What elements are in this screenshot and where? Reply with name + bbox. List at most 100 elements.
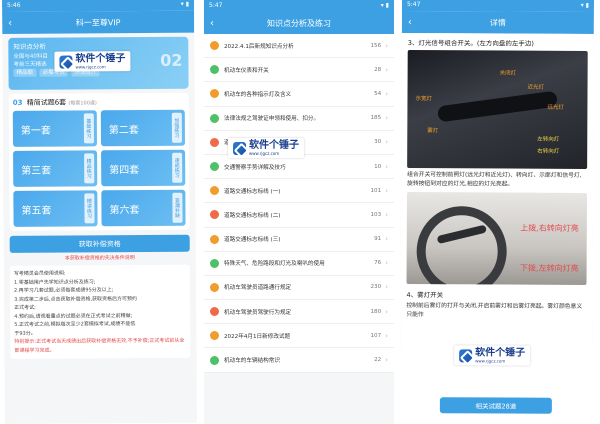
topic-label: 道路交通标志标线 (二) xyxy=(224,212,281,219)
sets-number: 03 xyxy=(12,98,23,107)
page-title: 知识点分析及练习 xyxy=(267,18,331,28)
card-side-label: 查漏补缺 xyxy=(172,192,183,223)
sub-heading: 4、雾灯开关 xyxy=(406,291,444,300)
topic-label: 机动车的各种指示灯及含义 xyxy=(224,91,292,98)
question-heading: 3、灯光信号组合开关。(左方向盘的左手边) xyxy=(407,39,535,48)
back-icon[interactable]: ‹ xyxy=(408,17,420,28)
back-icon[interactable]: ‹ xyxy=(8,17,20,28)
topic-dot-icon xyxy=(210,258,219,268)
topic-count: 103 xyxy=(370,211,382,218)
banner-tag: 精品题 xyxy=(13,68,37,77)
topic-count: 91 xyxy=(374,236,382,243)
status-icons: ▾ ▮ xyxy=(580,1,589,9)
topic-label: 2022.4.1后新规知识点分析 xyxy=(224,43,294,50)
chevron-right-icon: › xyxy=(385,283,388,292)
topic-count: 180 xyxy=(370,308,382,315)
topic-count: 28 xyxy=(374,66,382,73)
watermark-url: www.rjgcz.com xyxy=(75,64,106,70)
chevron-right-icon: › xyxy=(385,259,388,268)
sets-header: 03 精简试题6套 (每套100道) xyxy=(13,97,185,108)
list-item[interactable]: 机动车的各种指示灯及含义 54 › xyxy=(204,82,394,107)
list-item[interactable]: 道路交通标志标线 (三) 91 › xyxy=(204,228,394,252)
chevron-right-icon: › xyxy=(385,89,388,98)
topic-count: 76 xyxy=(374,260,382,267)
topic-count: 30 xyxy=(374,139,382,146)
topic-dot-icon xyxy=(210,331,219,341)
card-label: 第四套 xyxy=(109,164,140,176)
topic-count: 10 xyxy=(374,163,382,170)
exam-set-card[interactable]: 第一套 基础练习 xyxy=(12,110,98,147)
get-compensation-button[interactable]: 获取补偿资格 xyxy=(9,234,190,253)
topic-dot-icon xyxy=(210,282,219,292)
card-label: 第五套 xyxy=(21,205,52,217)
list-item[interactable]: 道路交通标志标线 (一) 101 › xyxy=(204,179,394,204)
knowledge-list-screen: 5:47 ▾ ▮ ‹ 知识点分析及练习 2022.4.1后新规知识点分析 156 ›… xyxy=(204,0,394,424)
list-item[interactable]: 交通警察手势详解及技巧 10 › xyxy=(204,155,394,180)
topic-dot-icon xyxy=(210,355,219,365)
usage-rules: 写考精灵会员使用说明: 1.零基础用户先学知识点分析及练习; 2.再学习几套试题… xyxy=(9,264,191,359)
topic-count: 156 xyxy=(370,42,382,49)
watermark: 软件个锤子 www.rjgcz.com xyxy=(228,138,304,158)
topic-label: 道路交通标志标线 (一) xyxy=(224,188,281,195)
card-label: 第一套 xyxy=(20,125,51,137)
chevron-right-icon: › xyxy=(385,162,388,171)
topic-dot-icon xyxy=(210,234,219,244)
watermark-logo-icon xyxy=(59,55,73,69)
photo-label: 远光灯 xyxy=(547,104,564,111)
list-item[interactable]: 2022.4.1后新规知识点分析 156 › xyxy=(204,34,394,59)
back-icon[interactable]: ‹ xyxy=(210,18,222,29)
explanation-text: 组合开关可控制前照灯(远光灯和近光灯)、转向灯、示廓灯和信号灯,旋转按钮到对应的… xyxy=(407,172,582,188)
photo-label: 示宽灯 xyxy=(415,96,433,103)
light-switch-photo: 关闭灯 示宽灯 近光灯 远光灯 雾灯 左转向灯 右转向灯 xyxy=(407,50,588,169)
exam-set-card[interactable]: 第二套 加强练习 xyxy=(100,109,186,147)
banner-number: 02 xyxy=(160,50,183,70)
list-item[interactable]: 机动车驾驶员驾驶行为规定 180 › xyxy=(204,300,394,325)
topic-label: 2022年4月1日新修改试题 xyxy=(224,333,291,340)
related-questions-button[interactable]: 相关试题28道 xyxy=(439,397,552,414)
list-item[interactable]: 法律法规之驾驶证申领和使用、扣分。 185 › xyxy=(204,107,394,131)
sets-title: 精简试题6套 xyxy=(26,98,67,107)
topic-label: 法律法规之驾驶证申领和使用、扣分。 xyxy=(224,116,320,123)
banner-title: 知识点分析 xyxy=(13,42,46,51)
list-item[interactable]: 特殊天气、危险路段和灯光及喇叭的使用 76 › xyxy=(204,252,394,276)
card-label: 第六套 xyxy=(109,204,140,216)
list-item[interactable]: 机动车驾驶员道路通行规定 230 › xyxy=(204,276,394,301)
exam-set-card[interactable]: 第三套 精品练习 xyxy=(13,150,98,187)
chevron-right-icon: › xyxy=(385,307,388,316)
app-bar: ‹ 知识点分析及练习 xyxy=(204,12,394,34)
up-annotation: 上拨,右转向灯亮 xyxy=(520,223,579,233)
topic-label: 机动车的车辆结构常识 xyxy=(224,358,280,365)
card-side-label: 速成练习 xyxy=(172,152,183,183)
exam-set-card[interactable]: 第五套 精讲练习 xyxy=(13,190,98,227)
topic-dot-icon xyxy=(210,41,219,51)
app-bar: ‹ 科一至尊VIP xyxy=(2,10,195,34)
topic-dot-icon xyxy=(210,113,219,123)
topic-count: 54 xyxy=(374,90,382,97)
photo-label: 关闭灯 xyxy=(499,70,517,77)
topic-count: 107 xyxy=(370,332,382,339)
chevron-right-icon: › xyxy=(385,186,388,195)
card-side-label: 基础练习 xyxy=(83,113,95,144)
topic-label: 特殊天气、危险路段和灯光及喇叭的使用 xyxy=(224,261,325,268)
status-time: 5:47 xyxy=(209,2,223,9)
topic-list: 2022.4.1后新规知识点分析 156 › 机动车仪表和开关 28 › 机动车的各种指… xyxy=(204,34,394,373)
topic-dot-icon xyxy=(210,210,219,220)
list-item[interactable]: 2022年4月1日新修改试题 107 › xyxy=(204,324,394,349)
list-item[interactable]: 机动车的车辆结构常识 22 › xyxy=(204,348,394,373)
list-item[interactable]: 道路交通标志标线 (二) 103 › xyxy=(204,203,394,228)
list-item[interactable]: 机动车仪表和开关 28 › xyxy=(204,58,394,83)
topic-label: 机动车仪表和开关 xyxy=(224,67,269,74)
app-bar: ‹ 详情 xyxy=(401,10,594,34)
status-icons: ▾ ▮ xyxy=(380,2,389,9)
status-bar: 5:47 ▾ ▮ xyxy=(204,0,394,12)
topic-label: 道路交通标志标线 (三) xyxy=(224,237,281,244)
exam-set-card[interactable]: 第四套 速成练习 xyxy=(101,149,186,187)
watermark-url: www.rjgcz.com xyxy=(475,358,506,364)
chevron-right-icon: › xyxy=(385,41,388,50)
card-side-label: 精品练习 xyxy=(84,153,95,184)
sets-subtitle: (每套100道) xyxy=(68,100,97,107)
exam-set-card[interactable]: 第六套 查漏补缺 xyxy=(101,189,186,227)
down-annotation: 下拨,左转向灯亮 xyxy=(520,263,579,273)
status-icons: ▾ ▮ xyxy=(180,0,190,8)
chevron-right-icon: › xyxy=(385,331,388,340)
